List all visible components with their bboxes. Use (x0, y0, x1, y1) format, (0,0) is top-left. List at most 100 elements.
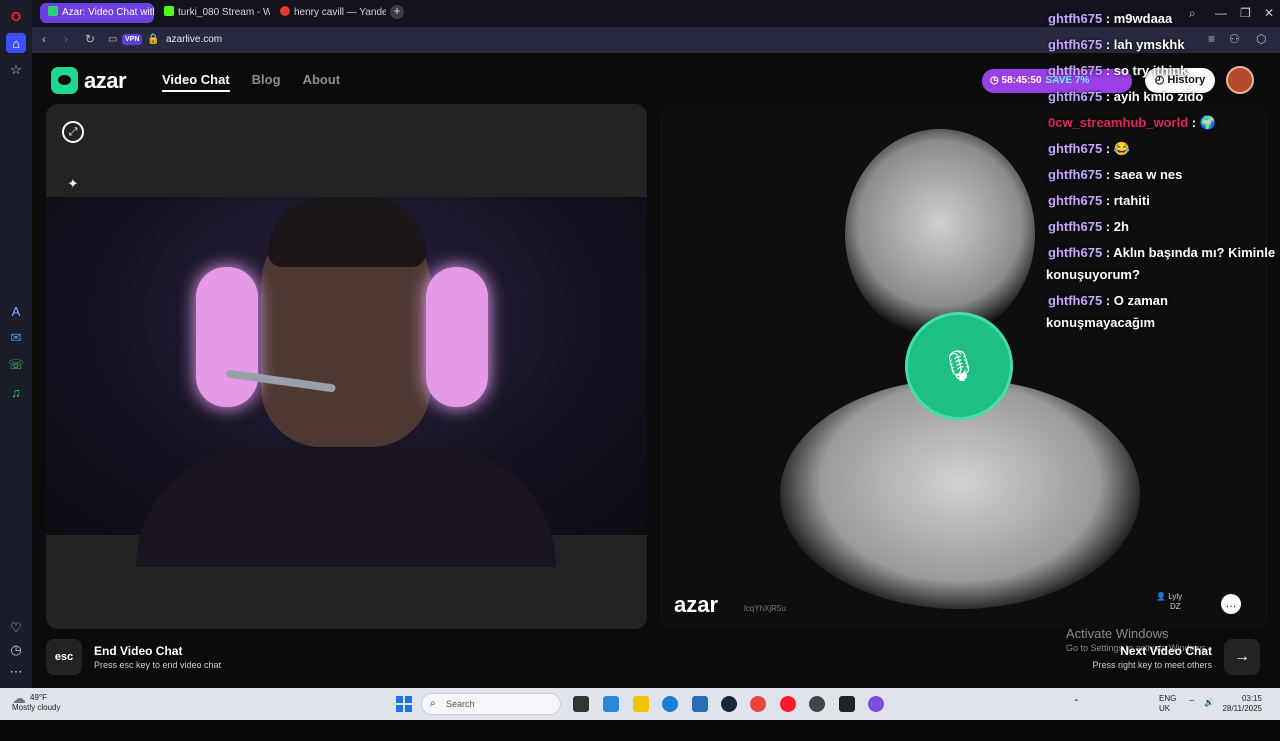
chat-user: ghtfh675 (1048, 37, 1103, 52)
tab-label: henry cavill — Yandex: 9 r (294, 7, 386, 18)
clock-icon: ◷ (990, 75, 1002, 86)
spotify-icon[interactable]: ♫ (6, 382, 26, 402)
chat-message: ghtfh675 : Aklın başında mı? Kiminle kon… (1046, 245, 1276, 282)
chat-message: ghtfh675 : saea w nes (1048, 167, 1183, 182)
store-icon[interactable] (692, 696, 708, 712)
new-tab-button[interactable]: + (390, 5, 404, 19)
start-button[interactable] (396, 696, 412, 712)
nav-about[interactable]: About (303, 72, 341, 92)
weather-text: Mostly cloudy (12, 703, 61, 712)
cloud-icon: ☁ (12, 690, 26, 706)
yandex-favicon-icon (280, 6, 290, 16)
heart-icon[interactable]: ♡ (6, 618, 26, 638)
expand-icon[interactable]: ⤢ (62, 121, 84, 143)
nav-blog[interactable]: Blog (252, 72, 281, 92)
app2-icon[interactable] (868, 696, 884, 712)
chat-user: ghtfh675 (1048, 11, 1103, 26)
forward-icon[interactable]: › (64, 32, 68, 46)
next-arrow-button[interactable]: → (1224, 639, 1260, 675)
tray-chevron-icon[interactable]: ⌃ (1073, 698, 1080, 708)
chat-message: 0cw_streamhub_world : 🌍 (1048, 115, 1216, 130)
chat-message: ghtfh675 : rtahiti (1048, 193, 1150, 208)
chat-text: rtahiti (1113, 193, 1150, 208)
weather-widget[interactable]: ☁ 49°F Mostly cloudy (12, 690, 61, 713)
azar-logo-icon (51, 67, 78, 94)
chat-text: saea w nes (1113, 167, 1183, 182)
task-view-icon[interactable] (573, 696, 589, 712)
opera-logo-icon[interactable]: O (6, 6, 26, 26)
azar-logo[interactable]: azar (51, 67, 127, 94)
steam-icon[interactable] (721, 696, 737, 712)
chat-user: ghtfh675 (1048, 167, 1103, 182)
opera-taskbar-icon[interactable] (780, 696, 796, 712)
tab-label: turki_080 Stream - Watch (178, 7, 270, 18)
back-icon[interactable]: ‹ (42, 32, 46, 46)
headset-left-cup (196, 267, 258, 407)
chat-message: ghtfh675 : 2h (1048, 219, 1129, 234)
wifi-icon[interactable]: ⌔ (1188, 698, 1196, 708)
tab-azar[interactable]: Azar: Video Chat with (40, 3, 154, 23)
next-video-chat-title[interactable]: Next Video Chat (1067, 644, 1212, 658)
chat-user: ghtfh675 (1048, 89, 1103, 104)
chat-bubble-button[interactable]: … (1221, 594, 1241, 614)
tab-kick[interactable]: turki_080 Stream - Watch (156, 3, 270, 23)
effects-sparkle-icon[interactable]: ✦ (62, 173, 84, 195)
chat-user: ghtfh675 (1048, 245, 1103, 260)
chat-text: so try ithink (1113, 63, 1188, 78)
epic-games-icon[interactable] (839, 696, 855, 712)
taskbar-search[interactable]: ⌕ Search (421, 693, 561, 715)
clock[interactable]: 03:15 28/11/2025 (1222, 694, 1262, 714)
activate-windows-title: Activate Windows (1066, 626, 1169, 641)
aria-icon[interactable]: A (6, 301, 26, 321)
reload-icon[interactable]: ↻ (85, 32, 95, 46)
date: 28/11/2025 (1222, 704, 1262, 713)
star-icon[interactable]: ☆ (6, 60, 26, 80)
chat-user: ghtfh675 (1048, 141, 1103, 156)
language-indicator[interactable]: ENG UK (1159, 694, 1176, 714)
home-icon[interactable]: ⌂ (6, 33, 26, 53)
copilot-icon[interactable] (603, 696, 619, 712)
vpn-badge[interactable]: VPN (122, 34, 143, 45)
temperature: 49°F (30, 693, 47, 702)
esc-key-button[interactable]: esc (46, 639, 82, 675)
whatsapp-icon[interactable]: ☏ (6, 355, 26, 375)
partner-country: DZ (1170, 602, 1181, 611)
history-clock-icon[interactable]: ◷ (6, 640, 26, 660)
chat-user: 0cw_streamhub_world (1048, 115, 1189, 130)
time: 03:15 (1241, 694, 1262, 703)
search-placeholder: Search (446, 699, 475, 709)
timer-value: 58:45:50 (1001, 75, 1042, 86)
chat-text: lah ymskhk (1113, 37, 1185, 52)
snapshot-icon[interactable]: ▭ (108, 34, 117, 45)
kick-favicon-icon (164, 6, 174, 16)
tab-yandex[interactable]: henry cavill — Yandex: 9 r (272, 3, 386, 23)
more-icon[interactable]: ⋯ (6, 662, 26, 682)
chat-message: ghtfh675 : ayih kmlo zido (1048, 89, 1204, 104)
volume-icon[interactable]: 🔊 (1204, 698, 1214, 708)
url-field[interactable]: azarlive.com (166, 34, 222, 45)
chat-message: ghtfh675 : 😂 (1048, 141, 1130, 156)
partner-info[interactable]: 👤 Lyly DZ (1156, 592, 1182, 612)
globe-icon: 🌍 (1199, 115, 1216, 130)
chat-message: ghtfh675 : m9wdaaa (1048, 11, 1173, 26)
messenger-icon[interactable]: ✉ (6, 328, 26, 348)
end-video-chat-title[interactable]: End Video Chat (94, 644, 182, 658)
chat-user: ghtfh675 (1048, 193, 1103, 208)
windows-taskbar: ☁ 49°F Mostly cloudy ⌕ Search ⌃ ENG UK ⌔ 🔊… (0, 688, 1280, 720)
nav-video-chat[interactable]: Video Chat (162, 72, 230, 92)
person-hair (268, 197, 426, 267)
end-video-chat-hint: Press esc key to end video chat (94, 660, 222, 670)
microphone-icon: 🎙 (905, 312, 1013, 420)
chat-message: ghtfh675 : so try ithink (1048, 63, 1188, 78)
edge-icon[interactable] (662, 696, 678, 712)
app-icon[interactable] (809, 696, 825, 712)
chat-text: m9wdaaa (1113, 11, 1173, 26)
azar-favicon-icon (48, 6, 58, 16)
chrome-icon[interactable] (750, 696, 766, 712)
tab-label: Azar: Video Chat with (62, 7, 154, 18)
main-nav: Video Chat Blog About (162, 72, 362, 92)
chat-user: ghtfh675 (1048, 293, 1103, 308)
opera-sidebar: O ⌂ ☆ A ✉ ☏ ♫ ♡ ◷ ⋯ (0, 0, 32, 688)
lang-code: ENG (1159, 694, 1177, 703)
file-explorer-icon[interactable] (633, 696, 649, 712)
